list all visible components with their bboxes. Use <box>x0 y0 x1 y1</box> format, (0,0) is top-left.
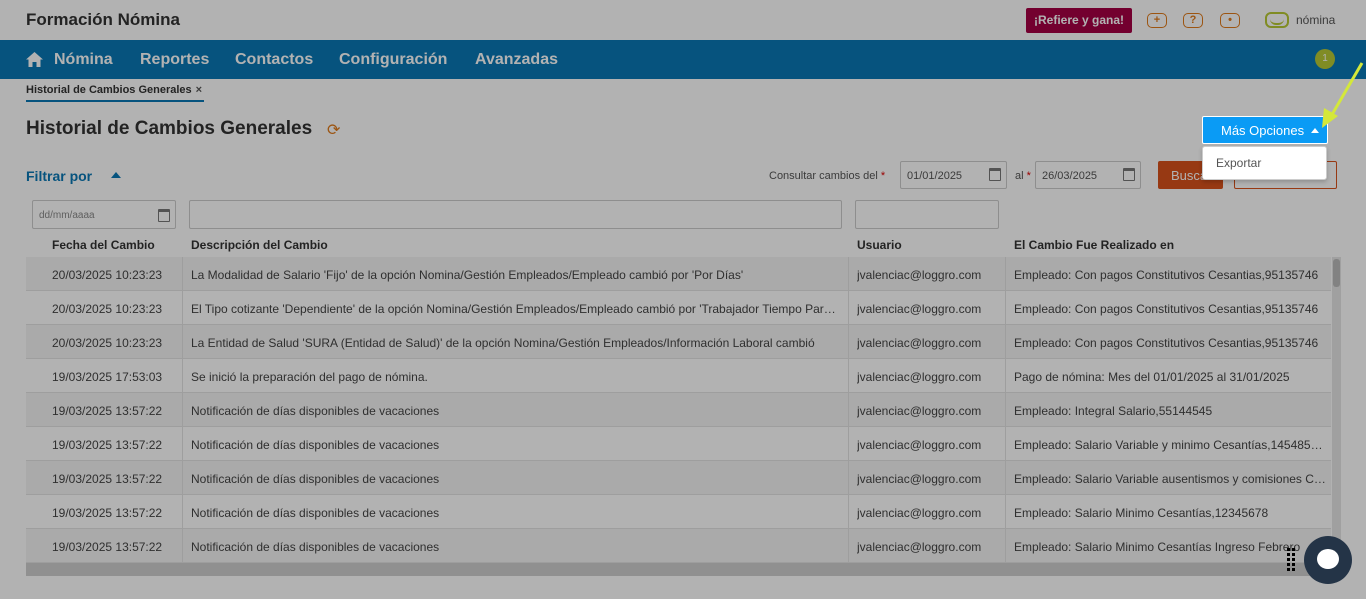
dim-overlay <box>0 0 1366 599</box>
pointer-arrow-icon <box>1322 62 1364 128</box>
more-options-menu: Exportar <box>1202 146 1327 180</box>
menu-item-export[interactable]: Exportar <box>1216 156 1261 170</box>
chat-button[interactable] <box>1304 536 1352 584</box>
more-options-label: Más Opciones <box>1221 123 1305 138</box>
drag-handle-icon[interactable] <box>1287 548 1297 574</box>
chat-icon <box>1317 549 1339 569</box>
more-options-button[interactable]: Más Opciones <box>1202 116 1328 144</box>
